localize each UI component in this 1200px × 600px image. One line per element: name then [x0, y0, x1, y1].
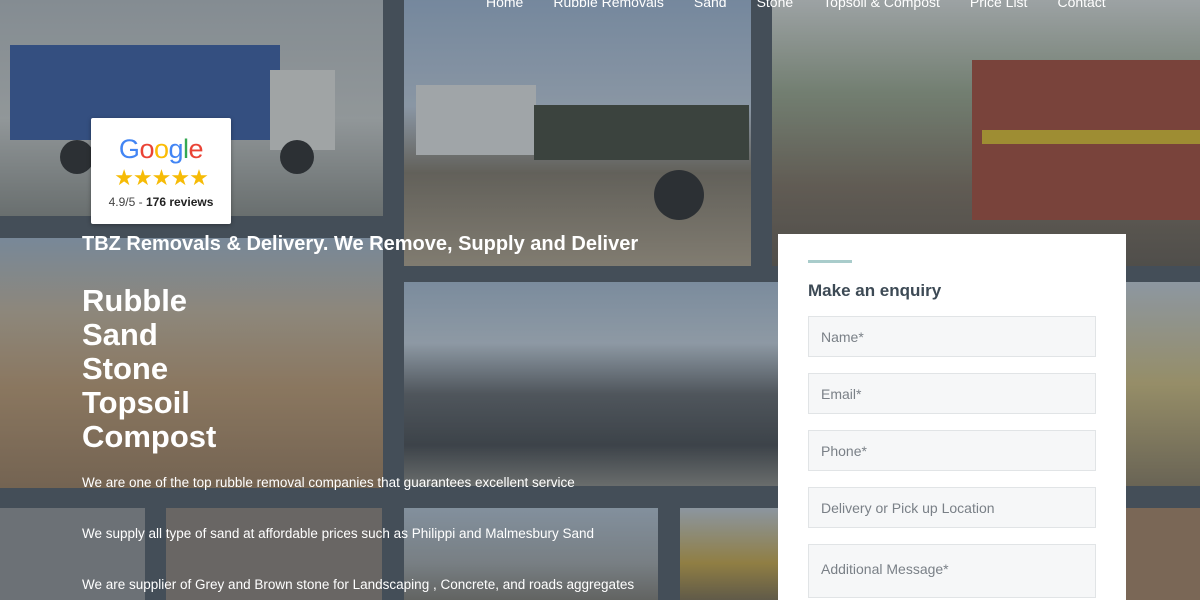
nav-topsoil-compost[interactable]: Topsoil & Compost [823, 0, 940, 10]
google-logo: Google [118, 134, 204, 164]
message-field[interactable] [808, 544, 1096, 598]
service-compost: Compost [82, 419, 217, 454]
email-field[interactable] [808, 373, 1096, 414]
service-topsoil: Topsoil [82, 385, 190, 420]
nav-price-list[interactable]: Price List [970, 0, 1028, 10]
service-rubble: Rubble [82, 283, 188, 318]
form-title: Make an enquiry [808, 281, 942, 300]
description-stone: We are supplier of Grey and Brown stone … [82, 577, 635, 592]
phone-field[interactable] [808, 430, 1096, 471]
five-star-icon: ★★★★★ [114, 165, 209, 190]
review-count: 176 reviews [145, 195, 214, 209]
nav-home[interactable]: Home [486, 0, 523, 10]
name-field[interactable] [808, 316, 1096, 357]
hero-tagline: TBZ Removals & Delivery. We Remove, Supp… [82, 233, 639, 255]
service-stone: Stone [82, 351, 169, 386]
description-rubble: We are one of the top rubble removal com… [82, 475, 575, 490]
nav-sand[interactable]: Sand [694, 0, 727, 10]
form-accent-line [808, 260, 852, 263]
google-rating-badge[interactable]: Google ★★★★★ 4.9/5 - 176 reviews [91, 118, 231, 224]
enquiry-form: Make an enquiry [778, 234, 1126, 600]
service-sand: Sand [82, 317, 158, 352]
nav-stone[interactable]: Stone [757, 0, 794, 10]
location-field[interactable] [808, 487, 1096, 528]
main-navigation: Home Rubble Removals Sand Stone Topsoil … [486, 0, 1136, 10]
nav-contact[interactable]: Contact [1057, 0, 1105, 10]
rating-text: 4.9/5 - 176 reviews [108, 195, 214, 209]
nav-rubble-removals[interactable]: Rubble Removals [553, 0, 664, 10]
service-list: Rubble Sand Stone Topsoil Compost [82, 284, 216, 454]
description-sand: We supply all type of sand at affordable… [82, 526, 595, 541]
